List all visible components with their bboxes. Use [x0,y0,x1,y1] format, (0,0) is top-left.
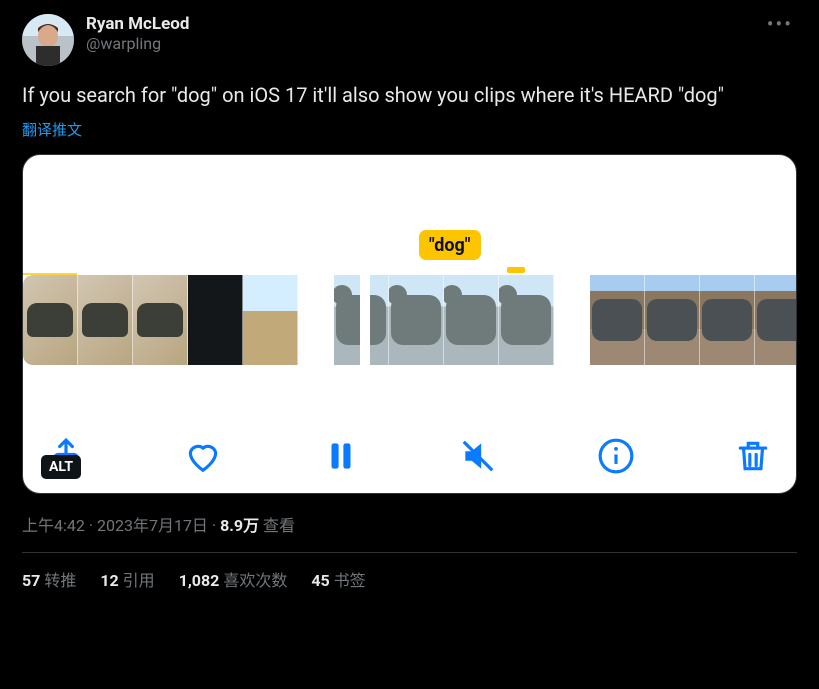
alt-badge[interactable]: ALT [41,455,81,479]
search-hit-marker [507,267,525,273]
dot: · [85,516,97,535]
clip-thumb[interactable] [389,275,444,365]
stat-count: 45 [311,571,329,590]
time[interactable]: 上午4:42 [22,516,85,535]
dot: · [208,516,220,535]
stat-quotes[interactable]: 12 引用 [100,567,154,591]
clip-thumb[interactable] [23,275,78,365]
clip-thumb[interactable] [590,275,645,365]
clip-thumb[interactable] [243,275,298,365]
mute-icon[interactable] [459,437,497,475]
stat-label: 转推 [44,571,76,590]
stat-count: 1,082 [179,571,220,590]
stat-bookmarks[interactable]: 45 书签 [311,567,365,591]
handle[interactable]: @warpling [86,34,189,53]
tweet-container: Ryan McLeod @warpling ••• If you search … [0,0,819,601]
clip-group-3 [590,275,796,365]
clip-thumb[interactable] [645,275,700,365]
tweet-header: Ryan McLeod @warpling ••• [22,14,797,66]
info-icon[interactable] [597,437,635,475]
media-card[interactable]: "dog" [22,154,797,494]
clip-thumb[interactable] [444,275,499,365]
stat-count: 57 [22,571,40,590]
stat-label: 喜欢次数 [223,571,287,590]
views-label: 查看 [259,516,295,535]
clip-thumb[interactable] [188,275,243,365]
stat-likes[interactable]: 1,082 喜欢次数 [179,567,288,591]
more-menu-button[interactable]: ••• [767,12,793,36]
author-names: Ryan McLeod @warpling [86,14,189,53]
clip-thumb[interactable] [755,275,796,365]
engagement-stats: 57 转推 12 引用 1,082 喜欢次数 45 书签 [22,553,797,591]
clip-thumb[interactable] [499,275,554,365]
playhead[interactable] [362,273,368,367]
views-count[interactable]: 8.9万 [220,516,259,535]
translate-link[interactable]: 翻译推文 [22,119,82,140]
date[interactable]: 2023年7月17日 [97,516,208,535]
media-toolbar [23,437,796,475]
stat-retweets[interactable]: 57 转推 [22,567,76,591]
stat-label: 书签 [334,571,366,590]
tweet-meta: 上午4:42 · 2023年7月17日 · 8.9万 查看 [22,512,797,553]
clip-thumb[interactable] [700,275,755,365]
heart-icon[interactable] [184,437,222,475]
trash-icon[interactable] [734,437,772,475]
pause-icon[interactable] [322,437,360,475]
display-name[interactable]: Ryan McLeod [86,14,189,34]
clip-thumb[interactable] [133,275,188,365]
stat-label: 引用 [123,571,155,590]
clip-thumb[interactable] [78,275,133,365]
stat-count: 12 [100,571,118,590]
clip-timeline[interactable] [23,275,796,365]
clip-group-1 [23,275,298,365]
avatar[interactable] [22,14,74,66]
tweet-text: If you search for "dog" on iOS 17 it'll … [22,82,782,109]
search-term-bubble: "dog" [419,230,481,260]
